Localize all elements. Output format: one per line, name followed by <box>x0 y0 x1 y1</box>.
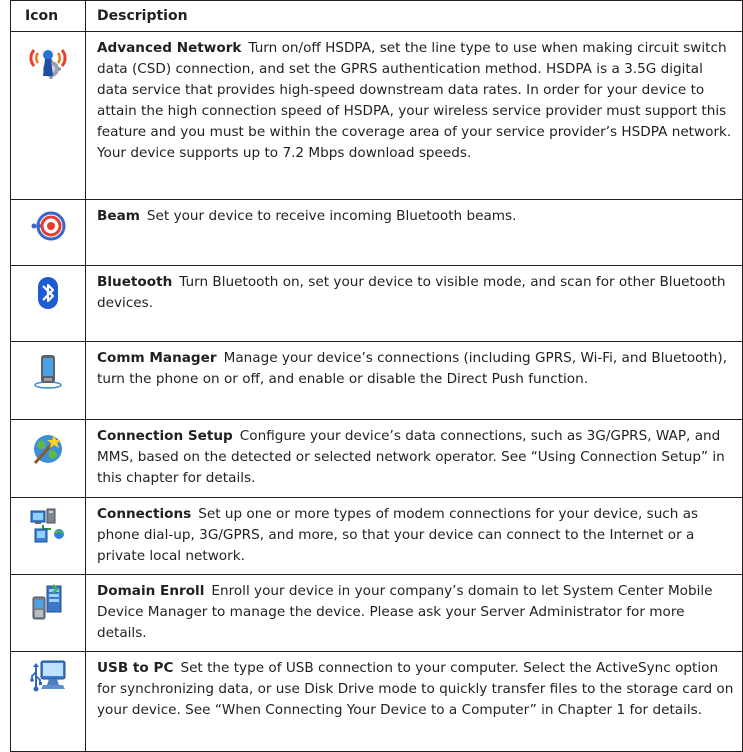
table-row: Advanced Network Turn on/off HSDPA, set t… <box>10 31 743 200</box>
icon-cell <box>10 265 86 342</box>
icon-cell <box>10 199 86 266</box>
settings-icon-table: Icon Description Advanced Network Turn o… <box>10 0 743 752</box>
row-description: USB to PC Set the type of USB connection … <box>85 651 743 752</box>
row-title: Comm Manager <box>97 350 217 366</box>
row-title: Connections <box>97 506 192 522</box>
row-description: Connections Set up one or more types of m… <box>85 497 743 575</box>
row-text: Turn on/off HSDPA, set the line type to … <box>97 40 732 161</box>
usb-to-pc-icon <box>29 658 67 696</box>
table-row: Beam Set your device to receive incoming … <box>10 199 743 266</box>
icon-cell <box>10 341 86 420</box>
icon-cell <box>10 419 86 498</box>
icon-column-header: Icon <box>10 0 86 32</box>
row-text: Set your device to receive incoming Blue… <box>146 208 517 224</box>
table-row: Connection Setup Configure your device’s … <box>10 419 743 498</box>
icon-cell <box>10 31 86 200</box>
table-row: USB to PC Set the type of USB connection … <box>10 651 743 752</box>
row-title: Bluetooth <box>97 274 173 290</box>
row-description: Beam Set your device to receive incoming … <box>85 199 743 266</box>
row-description: Advanced Network Turn on/off HSDPA, set t… <box>85 31 743 200</box>
table-row: Connections Set up one or more types of m… <box>10 497 743 575</box>
description-column-header: Description <box>85 0 743 32</box>
row-text: Set the type of USB connection to your c… <box>97 660 734 718</box>
beam-icon <box>29 207 67 245</box>
row-title: Connection Setup <box>97 428 233 444</box>
row-title: Domain Enroll <box>97 583 205 599</box>
advanced-network-icon <box>29 42 67 80</box>
domain-enroll-icon <box>29 583 67 621</box>
icon-cell <box>10 651 86 752</box>
row-description: Bluetooth Turn Bluetooth on, set your dev… <box>85 265 743 342</box>
row-description: Comm Manager Manage your device’s connect… <box>85 341 743 420</box>
bluetooth-icon <box>29 274 67 312</box>
table-row: Domain Enroll Enroll your device in your … <box>10 574 743 652</box>
row-title: USB to PC <box>97 660 174 676</box>
row-title: Beam <box>97 208 140 224</box>
row-description: Domain Enroll Enroll your device in your … <box>85 574 743 652</box>
icon-cell <box>10 497 86 575</box>
comm-manager-icon <box>29 352 67 390</box>
table-row: Comm Manager Manage your device’s connect… <box>10 341 743 420</box>
row-text: Turn Bluetooth on, set your device to vi… <box>97 274 726 311</box>
row-description: Connection Setup Configure your device’s … <box>85 419 743 498</box>
connections-icon <box>29 507 67 545</box>
row-title: Advanced Network <box>97 40 242 56</box>
table-header-row: Icon Description <box>10 0 743 32</box>
icon-cell <box>10 574 86 652</box>
table-row: Bluetooth Turn Bluetooth on, set your dev… <box>10 265 743 342</box>
connection-setup-icon <box>29 429 67 467</box>
